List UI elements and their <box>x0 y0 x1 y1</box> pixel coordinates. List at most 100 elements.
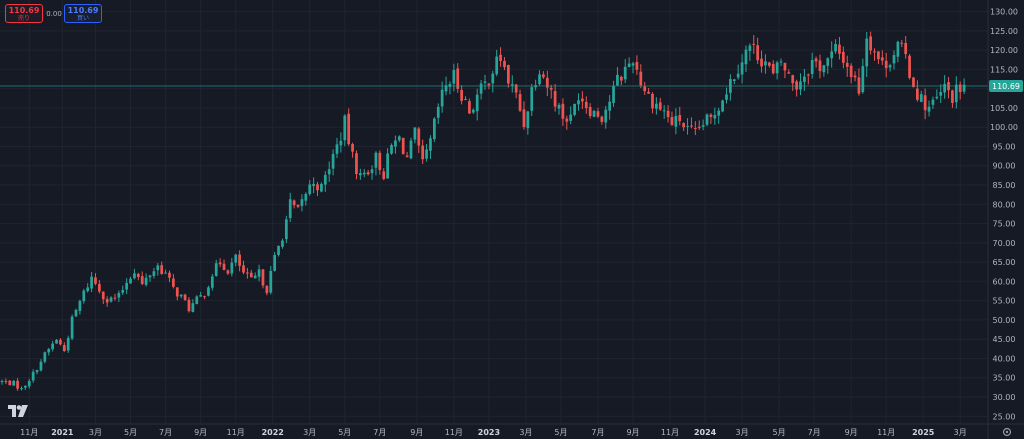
candle-body <box>421 145 425 160</box>
candle-body <box>810 60 814 74</box>
candle-body <box>803 76 806 83</box>
candle-body <box>460 89 463 101</box>
x-tick-label: 11月 <box>877 428 895 437</box>
candle-body <box>425 149 428 159</box>
candle-body <box>16 380 19 389</box>
x-tick-label: 9月 <box>626 428 639 437</box>
candle-body <box>767 62 771 66</box>
candle-body <box>756 45 760 61</box>
candle-body <box>939 92 943 96</box>
candle-body <box>495 56 499 75</box>
candle-body <box>24 385 27 388</box>
candle-body <box>94 277 97 284</box>
candle-body <box>775 62 779 74</box>
candle-body <box>394 140 397 147</box>
candle-body <box>101 291 105 300</box>
y-tick-label: 95.00 <box>993 142 1016 151</box>
candle-body <box>136 273 140 278</box>
candle-body <box>658 102 662 110</box>
candle-body <box>288 199 292 219</box>
candle-body <box>604 109 608 123</box>
sell-button[interactable]: 110.69 売り <box>5 4 43 23</box>
candle-body <box>530 87 534 111</box>
candle-body <box>697 126 701 129</box>
candle-body <box>487 83 491 86</box>
candle-body <box>581 98 584 102</box>
candle-body <box>296 204 300 207</box>
candle-body <box>869 36 872 51</box>
candle-body <box>518 94 522 111</box>
candle-body <box>366 172 370 175</box>
candle-body <box>954 84 958 103</box>
candle-body <box>507 65 510 84</box>
candle-body <box>66 338 70 351</box>
y-tick-label: 85.00 <box>993 181 1016 190</box>
candle-body <box>464 99 467 101</box>
candle-body <box>43 352 47 362</box>
candle-body <box>923 95 927 111</box>
candle-body <box>908 55 911 78</box>
candle-body <box>927 106 931 112</box>
candle-body <box>90 276 93 289</box>
candle-body <box>565 118 569 122</box>
buy-button[interactable]: 110.69 買い <box>64 4 102 23</box>
x-tick-label: 11月 <box>227 428 245 437</box>
candle-body <box>627 63 631 67</box>
candle-body <box>806 74 810 76</box>
candle-body <box>549 87 553 90</box>
candle-body <box>320 183 323 192</box>
candle-body <box>39 361 43 371</box>
buy-label: 買い <box>76 15 89 22</box>
candle-body <box>179 294 183 297</box>
candle-body <box>577 100 580 105</box>
candle-body <box>884 60 888 69</box>
candle-body <box>265 285 269 294</box>
y-tick-label: 50.00 <box>993 316 1016 325</box>
candle-body <box>686 125 689 127</box>
candle-body <box>0 381 4 383</box>
price-chart[interactable]: 130.00125.00120.00115.00110.00105.00100.… <box>0 0 1024 439</box>
candle-body <box>841 51 845 63</box>
candle-body <box>612 86 615 103</box>
time-axis[interactable]: 11月 2021 3月 5月 7月 9月 11月 2022 3月 5月 7月 9月 11月 2023 3月 5… <box>20 428 967 437</box>
candle-body <box>335 144 339 154</box>
x-tick-label: 11月 <box>20 428 38 437</box>
candle-body <box>210 276 214 288</box>
candle-body <box>919 94 923 102</box>
candle-body <box>397 136 401 141</box>
y-tick-label: 105.00 <box>990 104 1018 113</box>
y-tick-label: 100.00 <box>990 123 1018 132</box>
x-tick-label: 2025 <box>912 428 935 437</box>
chart-grid <box>0 0 988 424</box>
y-tick-label: 120.00 <box>990 46 1018 55</box>
candle-body <box>748 45 752 52</box>
candle-body <box>814 58 818 62</box>
gear-icon[interactable] <box>1002 427 1012 437</box>
x-tick-label: 5月 <box>554 428 567 437</box>
candle-body <box>538 74 541 85</box>
x-tick-label: 11月 <box>661 428 679 437</box>
candle-body <box>390 144 393 154</box>
candle-body <box>191 303 195 312</box>
buy-price: 110.69 <box>67 6 99 15</box>
candle-body <box>51 343 55 350</box>
y-tick-label: 30.00 <box>993 393 1016 402</box>
candle-body <box>370 169 374 174</box>
x-tick-label: 5月 <box>338 428 351 437</box>
price-axis[interactable]: 130.00125.00120.00115.00110.00105.00100.… <box>990 8 1018 422</box>
candle-body <box>865 38 869 67</box>
x-tick-label: 9月 <box>845 428 858 437</box>
candle-body <box>709 114 713 117</box>
candle-body <box>4 381 8 383</box>
y-tick-label: 45.00 <box>993 335 1016 344</box>
candle-body <box>744 49 748 65</box>
candle-body <box>175 287 179 297</box>
candle-body <box>600 116 604 122</box>
y-tick-label: 125.00 <box>990 27 1018 36</box>
candle-body <box>732 79 736 81</box>
candle-body <box>35 370 39 373</box>
candle-body <box>355 153 358 175</box>
candle-body <box>931 99 935 105</box>
candle-body <box>8 380 12 386</box>
candle-body <box>690 125 693 127</box>
